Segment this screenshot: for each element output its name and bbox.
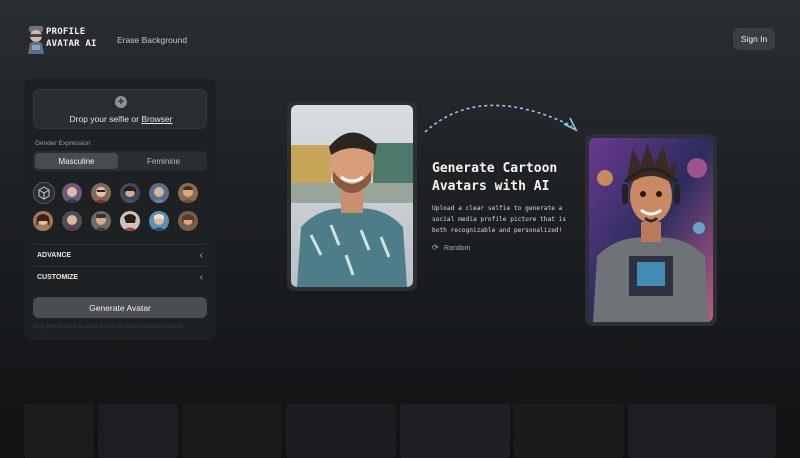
gender-toggle: Masculine Feminine <box>33 151 207 171</box>
accordion-customize-label: CUSTOMIZE <box>37 274 79 281</box>
divider <box>33 244 207 245</box>
style-preset-2[interactable] <box>91 183 111 203</box>
divider <box>33 266 207 267</box>
chevron-left-icon: ‹ <box>199 250 203 261</box>
logo[interactable]: PROFILE AVATAR AI <box>26 24 100 54</box>
refresh-icon: ⟳ <box>432 243 439 252</box>
dropzone-text: Drop your selfie or Browser <box>69 114 173 124</box>
cube-icon <box>38 186 50 200</box>
logo-text: PROFILE AVATAR AI <box>46 27 97 49</box>
upload-dropzone[interactable]: + Drop your selfie or Browser <box>33 89 207 129</box>
style-custom-cube[interactable] <box>33 182 55 204</box>
hero-subtext: Upload a clear selfie to generate a soci… <box>432 205 567 234</box>
style-preset-10[interactable] <box>149 211 169 231</box>
after-avatar-card <box>585 134 717 326</box>
sign-in-button[interactable]: Sign In <box>733 28 775 50</box>
style-preset-5[interactable] <box>178 183 198 203</box>
chevron-left-icon: ‹ <box>199 272 203 283</box>
style-preset-grid <box>33 182 207 236</box>
selfie-photo <box>291 105 413 287</box>
style-preset-9[interactable] <box>120 211 140 231</box>
style-preset-1[interactable] <box>62 183 82 203</box>
gender-option-feminine[interactable]: Feminine <box>122 153 205 169</box>
gallery-tile[interactable] <box>400 404 510 458</box>
accordion-advance-label: ADVANCE <box>37 252 72 259</box>
plus-circle-icon: + <box>115 96 127 108</box>
before-photo-card <box>287 101 417 291</box>
hero-headline: Generate Cartoon Avatars with AI <box>432 161 558 194</box>
browser-link[interactable]: Browser <box>141 114 172 124</box>
generator-panel: + Drop your selfie or Browser Gender Exp… <box>24 78 216 340</box>
gallery-tile[interactable] <box>514 404 624 458</box>
accordion-advance[interactable]: ADVANCE ‹ <box>33 250 207 264</box>
cartoon-avatar-image <box>589 138 713 322</box>
random-button[interactable]: ⟳ Random <box>432 243 470 252</box>
top-bar: PROFILE AVATAR AI Erase Background Sign … <box>0 0 800 78</box>
generate-avatar-button[interactable]: Generate Avatar <box>33 297 207 318</box>
examples-gallery <box>24 404 776 458</box>
transform-arrow-icon <box>424 104 578 133</box>
gallery-tile[interactable] <box>286 404 396 458</box>
gender-expression-label: Gender Expression <box>35 140 91 147</box>
gallery-tile[interactable] <box>182 404 282 458</box>
style-preset-8[interactable] <box>91 211 111 231</box>
style-preset-11[interactable] <box>178 211 198 231</box>
gender-option-masculine[interactable]: Masculine <box>35 153 118 169</box>
style-preset-3[interactable] <box>120 183 140 203</box>
gallery-tile[interactable] <box>628 404 776 458</box>
privacy-disclaimer: Your photos won't be used to train AI mo… <box>33 324 183 330</box>
gallery-tile[interactable] <box>24 404 94 458</box>
logo-mascot-icon <box>28 26 44 54</box>
gallery-tile[interactable] <box>98 404 178 458</box>
style-preset-4[interactable] <box>149 183 169 203</box>
nav-erase-background[interactable]: Erase Background <box>117 35 187 45</box>
style-preset-7[interactable] <box>62 211 82 231</box>
accordion-customize[interactable]: CUSTOMIZE ‹ <box>33 272 207 286</box>
style-preset-6[interactable] <box>33 211 53 231</box>
